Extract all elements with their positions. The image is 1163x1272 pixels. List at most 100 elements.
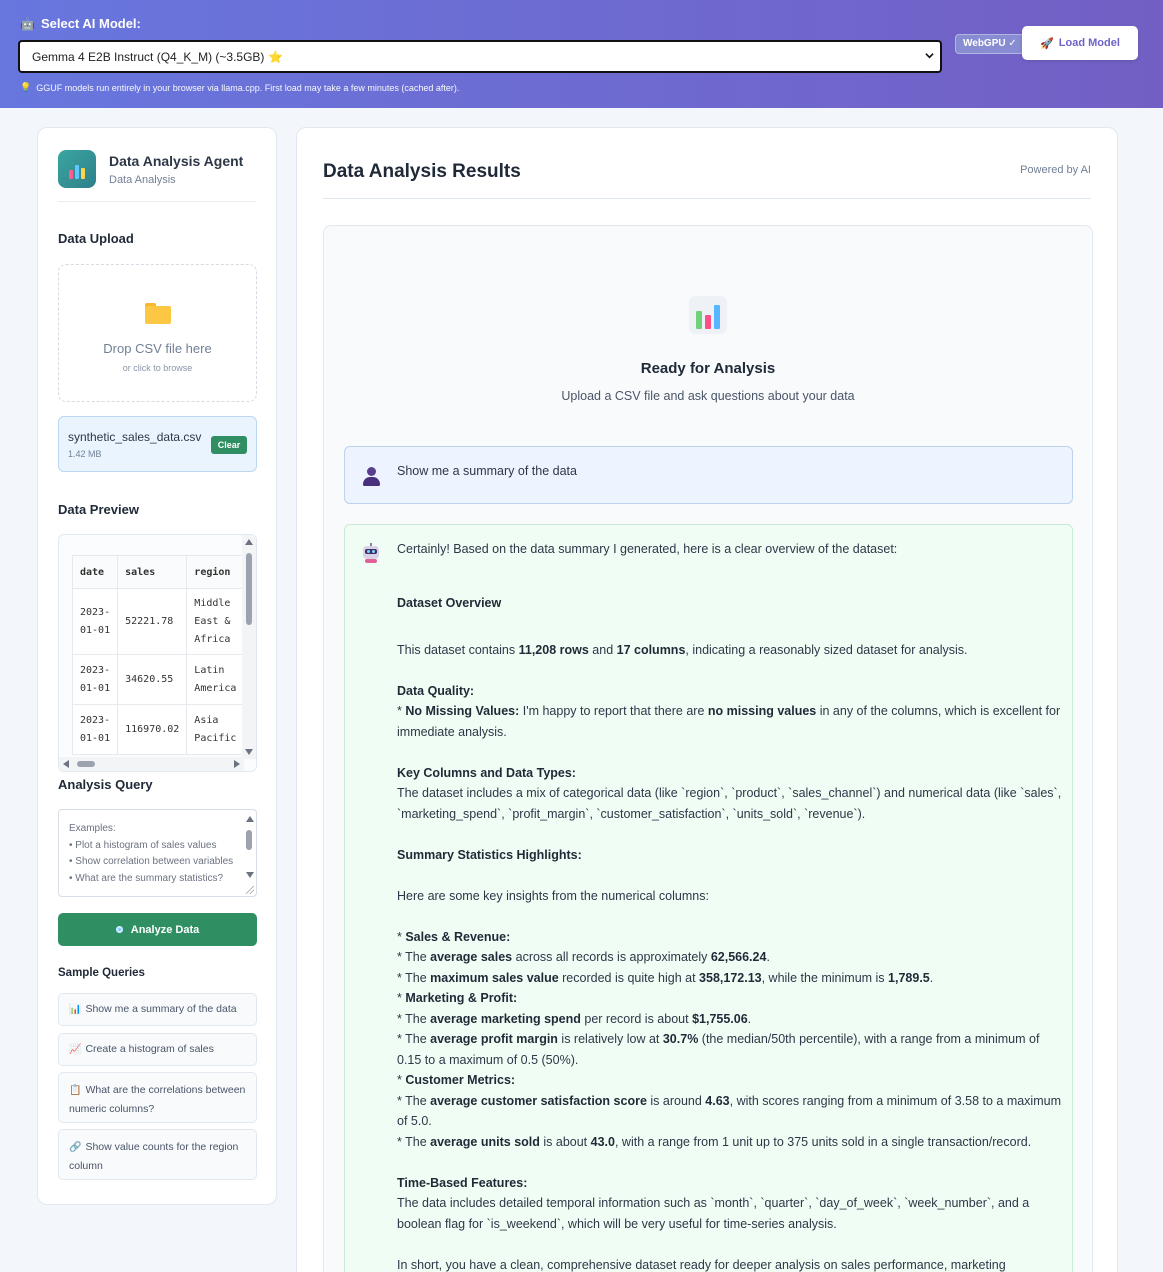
lightbulb-icon: 💡	[20, 82, 32, 92]
clipboard-icon: 📋	[69, 1085, 82, 1096]
chevron-down-icon	[925, 53, 934, 59]
scroll-down-icon[interactable]	[246, 872, 254, 878]
table-cell: 34620.55	[117, 654, 188, 705]
rocket-icon: 🚀	[1040, 37, 1054, 50]
model-select[interactable]: Gemma 4 E2B Instruct (Q4_K_M) (~3.5GB) ⭐	[18, 40, 942, 73]
ai-heading: Key Columns and Data Types:	[397, 765, 576, 780]
query-title: Analysis Query	[58, 777, 153, 792]
sample-query-histogram[interactable]: 📈 Create a histogram of sales	[58, 1033, 257, 1066]
robot-icon: 🤖	[20, 16, 35, 31]
bar-chart-icon: 📊	[69, 1004, 82, 1015]
ai-bullet: * The average sales across all records i…	[397, 950, 770, 964]
drop-main-text: Drop CSV file here	[103, 341, 212, 356]
scroll-thumb[interactable]	[77, 761, 95, 767]
csv-dropzone[interactable]: Drop CSV file here or click to browse	[58, 264, 257, 402]
sample-query-value-counts[interactable]: 🔗 Show value counts for the region column	[58, 1129, 257, 1180]
preview-header-sales: sales	[117, 555, 188, 589]
ai-paragraph: The data includes detailed temporal info…	[397, 1196, 1030, 1231]
results-area[interactable]: Ready for Analysis Upload a CSV file and…	[323, 225, 1093, 1272]
ready-subtitle: Upload a CSV file and ask questions abou…	[561, 389, 855, 403]
page-title: Data Analysis Results	[323, 161, 521, 182]
model-selector-bar: 🤖 Select AI Model: Gemma 4 E2B Instruct …	[0, 0, 1163, 108]
scroll-up-icon[interactable]	[246, 816, 254, 822]
sample-query-label: Create a histogram of sales	[85, 1043, 214, 1055]
ai-heading: Dataset Overview	[397, 596, 502, 610]
scroll-thumb[interactable]	[246, 553, 252, 625]
powered-by: Powered by AI	[1020, 164, 1091, 176]
query-placeholder: Examples: • Plot a histogram of sales va…	[69, 823, 234, 884]
bar-chart-icon	[689, 296, 727, 334]
ai-paragraph: This dataset contains 11,208 rows and 17…	[397, 642, 968, 657]
query-scrollbar[interactable]	[243, 812, 255, 892]
scroll-right-icon[interactable]	[234, 760, 240, 768]
analyze-label: Analyze Data	[130, 923, 200, 936]
agent-title: Data Analysis Agent	[109, 153, 244, 169]
ai-bullet: * The average customer satisfaction scor…	[397, 1093, 1061, 1129]
drop-sub-text: or click to browse	[122, 363, 193, 373]
scroll-thumb[interactable]	[246, 830, 252, 850]
folder-icon	[145, 303, 171, 324]
table-cell: Latin America	[186, 654, 246, 705]
results-panel: Data Analysis Results Powered by AI Read…	[296, 127, 1118, 1272]
ai-heading: Summary Statistics Highlights:	[397, 847, 582, 862]
robot-icon	[361, 543, 381, 563]
file-name: synthetic_sales_data.csv	[68, 430, 202, 444]
ai-intro: Certainly! Based on the data summary I g…	[397, 542, 898, 556]
table-cell: 116970.02	[117, 704, 188, 755]
scroll-down-icon[interactable]	[245, 749, 253, 755]
table-cell: 2023- 01-01	[71, 704, 119, 755]
divider	[323, 198, 1091, 199]
sample-query-label: Show value counts for the region column	[69, 1141, 239, 1172]
table-cell: 52221.78	[117, 588, 188, 655]
ai-bullet: * The average profit margin is relativel…	[397, 1032, 1040, 1067]
ai-bullet: * The average units sold is about 43.0, …	[397, 1134, 1032, 1149]
ai-message: Certainly! Based on the data summary I g…	[344, 524, 1073, 1272]
table-cell: 2023- 01-01	[71, 654, 119, 705]
ai-heading: Data Quality:	[397, 683, 475, 698]
resize-handle-icon[interactable]	[246, 886, 254, 894]
ai-heading: Time-Based Features:	[397, 1175, 528, 1190]
model-label: 🤖 Select AI Model:	[20, 16, 141, 31]
data-preview: date sales region 2023- 01-01 52221.78 M…	[58, 534, 257, 772]
sample-query-correlations[interactable]: 📋 What are the correlations between numer…	[58, 1072, 257, 1123]
star-icon: ⭐	[268, 49, 284, 64]
sample-query-summary[interactable]: 📊 Show me a summary of the data	[58, 993, 257, 1026]
ai-subheading: Marketing & Profit:	[405, 991, 518, 1005]
analyze-icon	[115, 926, 123, 933]
preview-header-date: date	[71, 555, 119, 589]
ai-subheading: Sales & Revenue:	[405, 929, 511, 944]
user-icon	[362, 467, 380, 487]
table-cell: 2023- 01-01	[71, 588, 119, 655]
clear-file-button[interactable]: Clear	[211, 436, 247, 454]
load-model-button[interactable]: 🚀 Load Model	[1022, 26, 1138, 60]
model-select-value: Gemma 4 E2B Instruct (Q4_K_M) (~3.5GB)	[32, 49, 265, 64]
table-row: 2023- 01-01 116970.02 Asia Pacific	[71, 704, 246, 755]
analysis-query-input[interactable]: Examples: • Plot a histogram of sales va…	[58, 809, 257, 897]
bar-chart-icon	[58, 150, 96, 188]
scroll-left-icon[interactable]	[63, 760, 69, 768]
upload-title: Data Upload	[58, 231, 134, 246]
model-label-text: Select AI Model:	[40, 16, 141, 31]
ai-message-content: Certainly! Based on the data summary I g…	[397, 539, 1065, 1272]
sample-query-label: What are the correlations between numeri…	[69, 1084, 246, 1115]
line-chart-icon: 📈	[69, 1044, 82, 1055]
preview-header-row: date sales region	[71, 555, 246, 589]
preview-horizontal-scrollbar[interactable]	[59, 757, 244, 771]
agent-header: Data Analysis Agent Data Analysis	[58, 150, 256, 202]
ai-paragraph: Here are some key insights from the nume…	[397, 888, 709, 903]
scroll-up-icon[interactable]	[245, 539, 253, 545]
load-model-label: Load Model	[1058, 37, 1120, 49]
user-message: Show me a summary of the data	[344, 446, 1073, 504]
ai-paragraph: In short, you have a clean, comprehensiv…	[397, 1257, 1006, 1272]
table-cell: Middle East & Africa	[186, 588, 246, 655]
ai-paragraph: The dataset includes a mix of categorica…	[397, 786, 1062, 821]
preview-vertical-scrollbar[interactable]	[242, 535, 256, 759]
table-row: 2023- 01-01 34620.55 Latin America	[71, 654, 246, 705]
analyze-data-button[interactable]: Analyze Data	[58, 913, 257, 946]
preview-title: Data Preview	[58, 502, 139, 517]
sample-queries-title: Sample Queries	[58, 967, 145, 979]
ai-paragraph: * No Missing Values: I'm happy to report…	[397, 704, 1061, 739]
uploaded-file: synthetic_sales_data.csv 1.42 MB Clear	[58, 416, 257, 472]
table-row: 2023- 01-01 52221.78 Middle East & Afric…	[71, 588, 246, 655]
ai-subheading: Customer Metrics:	[405, 1073, 516, 1087]
